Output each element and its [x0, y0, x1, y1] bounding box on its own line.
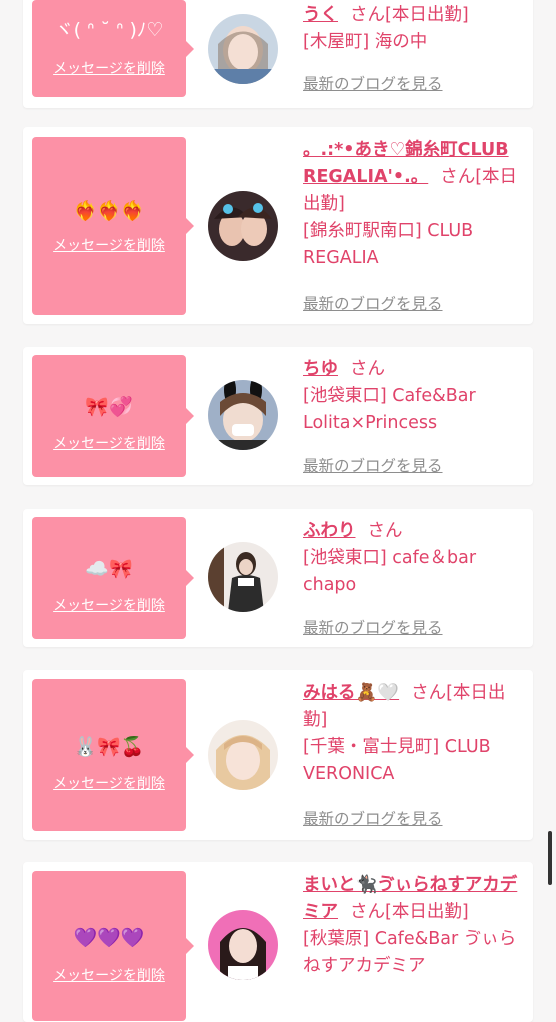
message-text: 🐰🎀🍒	[73, 736, 145, 758]
honorific: さん	[350, 359, 385, 379]
shop-area: [秋葉原]	[303, 929, 370, 949]
latest-blog-link[interactable]: 最新のブログを見る	[303, 807, 443, 829]
message-text: 🎀💞	[85, 396, 133, 418]
message-text: ❤️‍🔥❤️‍🔥❤️‍🔥	[73, 200, 145, 222]
honorific: さん	[350, 5, 385, 25]
favorite-card: 💜💜💜 メッセージを削除 まいと🐈‍⬛ゔぃらねすアカデミア さん[本日出勤] [秋…	[23, 862, 533, 1022]
favorite-card: ❤️‍🔥❤️‍🔥❤️‍🔥 メッセージを削除 。.:*•あき♡錦糸町CLUB RE…	[23, 127, 533, 324]
avatar[interactable]	[208, 720, 278, 790]
cast-name-link[interactable]: ちゆ	[303, 359, 338, 379]
attendance-status: [本日出勤]	[385, 5, 469, 25]
attendance-status: [本日出勤]	[385, 902, 469, 922]
favorite-card: ☁️🎀 メッセージを削除 ふわり さん [池袋東口] cafe＆bar chapo…	[23, 509, 533, 647]
latest-blog-link[interactable]: 最新のブログを見る	[303, 454, 443, 476]
favorite-card: 🐰🎀🍒 メッセージを削除 みはる🧸🤍 さん[本日出勤] [千葉・富士見町] CLU…	[23, 670, 533, 840]
shop-area: [千葉・富士見町]	[303, 737, 440, 757]
avatar[interactable]	[208, 380, 278, 450]
delete-message-link[interactable]: メッセージを削除	[32, 595, 186, 615]
avatar[interactable]	[208, 191, 278, 261]
shop-name: 海の中	[374, 32, 428, 52]
latest-blog-link[interactable]: 最新のブログを見る	[303, 616, 443, 638]
scrollbar-thumb[interactable]	[548, 831, 552, 885]
message-box: 🐰🎀🍒 メッセージを削除	[32, 679, 194, 831]
cast-info: 。.:*•あき♡錦糸町CLUB REGALIA'•.。 さん[本日出勤] [錦糸町…	[303, 137, 521, 272]
delete-message-link[interactable]: メッセージを削除	[32, 965, 186, 985]
cast-name-link[interactable]: ふわり	[303, 521, 356, 541]
latest-blog-link[interactable]: 最新のブログを見る	[303, 72, 443, 94]
message-box: ❤️‍🔥❤️‍🔥❤️‍🔥 メッセージを削除	[32, 137, 194, 315]
honorific: さん	[411, 683, 447, 703]
message-box: ヾ( ᐢ ˘ ᐢ )ﾉ♡ メッセージを削除	[32, 0, 194, 97]
delete-message-link[interactable]: メッセージを削除	[32, 773, 186, 793]
cast-info: みはる🧸🤍 さん[本日出勤] [千葉・富士見町] CLUB VERONICA	[303, 680, 521, 788]
message-text: ☁️🎀	[85, 558, 133, 580]
cast-info: うく さん[本日出勤] [木屋町] 海の中	[303, 2, 521, 56]
honorific: さん	[367, 521, 403, 541]
honorific: さん	[350, 902, 385, 922]
shop-area: [池袋東口]	[303, 386, 387, 406]
avatar[interactable]	[208, 14, 278, 84]
favorite-card: ヾ( ᐢ ˘ ᐢ )ﾉ♡ メッセージを削除 うく さん[本日出勤] [木屋町] 海…	[23, 0, 533, 108]
honorific: さん	[440, 167, 476, 187]
shop-area: [池袋東口]	[303, 548, 387, 568]
avatar[interactable]	[208, 542, 278, 612]
message-box: 💜💜💜 メッセージを削除	[32, 871, 194, 1021]
shop-area: [木屋町]	[303, 32, 370, 52]
cast-info: ちゆ さん [池袋東口] Cafe&Bar Lolita×Princess	[303, 356, 521, 437]
latest-blog-link[interactable]: 最新のブログを見る	[303, 292, 443, 314]
message-box: 🎀💞 メッセージを削除	[32, 355, 194, 477]
delete-message-link[interactable]: メッセージを削除	[32, 58, 186, 78]
avatar[interactable]	[208, 910, 278, 980]
cast-info: まいと🐈‍⬛ゔぃらねすアカデミア さん[本日出勤] [秋葉原] Cafe&Bar …	[303, 872, 521, 980]
message-text: ヾ( ᐢ ˘ ᐢ )ﾉ♡	[54, 19, 164, 41]
delete-message-link[interactable]: メッセージを削除	[32, 235, 186, 255]
delete-message-link[interactable]: メッセージを削除	[32, 433, 186, 453]
message-text: 💜💜💜	[73, 927, 145, 949]
shop-area: [錦糸町駅南口]	[303, 221, 422, 241]
cast-info: ふわり さん [池袋東口] cafe＆bar chapo	[303, 518, 521, 599]
cast-name-link[interactable]: うく	[303, 5, 338, 25]
message-box: ☁️🎀 メッセージを削除	[32, 517, 194, 639]
favorite-card: 🎀💞 メッセージを削除 ちゆ さん [池袋東口] Cafe&Bar Lolita×…	[23, 347, 533, 485]
cast-name-link[interactable]: みはる🧸🤍	[303, 683, 399, 703]
